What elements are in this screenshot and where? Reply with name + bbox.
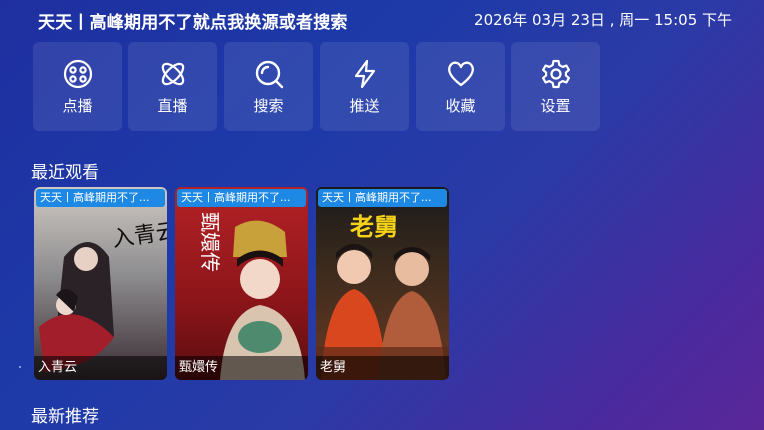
focus-indicator-dot — [19, 366, 21, 368]
menu-item-live[interactable]: 直播 — [128, 42, 217, 131]
header-bar: 天天丨高峰期用不了就点我换源或者搜索 2026年 03月 23日 , 周一 15… — [0, 0, 764, 40]
menu-label-live: 直播 — [157, 97, 188, 115]
source-badge: 天天丨高峰期用不了... — [318, 189, 447, 207]
menu-item-push[interactable]: 推送 — [320, 42, 409, 131]
menu-label-search: 搜索 — [253, 97, 284, 115]
recent-card-1[interactable]: 入青云 天天丨高峰期用不了... 入青云 — [34, 187, 167, 380]
poster-image-2: 甄嬛传 — [175, 187, 308, 380]
menu-item-search[interactable]: 搜索 — [224, 42, 313, 131]
poster-title-3: 老舅 — [350, 213, 398, 241]
menu-label-settings: 设置 — [540, 97, 571, 115]
menu-item-settings[interactable]: 设置 — [511, 42, 600, 131]
app-title[interactable]: 天天丨高峰期用不了就点我换源或者搜索 — [38, 8, 348, 33]
heart-icon — [416, 58, 505, 90]
gear-icon — [511, 58, 600, 90]
menu-label-push: 推送 — [349, 97, 380, 115]
poster-title-2: 甄嬛传 — [198, 212, 222, 272]
section-title-recent: 最近观看 — [31, 163, 99, 183]
card-title: 老舅 — [316, 356, 449, 380]
recent-card-3[interactable]: 老舅 天天丨高峰期用不了... 老舅 — [316, 187, 449, 380]
card-title: 甄嬛传 — [175, 356, 308, 380]
menu-item-vod[interactable]: 点播 — [33, 42, 122, 131]
atom-icon — [128, 58, 217, 90]
film-reel-icon — [33, 58, 122, 90]
lightning-icon — [320, 58, 409, 90]
menu-label-favorites: 收藏 — [445, 97, 476, 115]
menu-item-favorites[interactable]: 收藏 — [416, 42, 505, 131]
poster-image-3: 老舅 — [316, 187, 449, 380]
search-icon — [224, 58, 313, 90]
source-badge: 天天丨高峰期用不了... — [177, 189, 306, 207]
section-title-recommend: 最新推荐 — [31, 407, 99, 427]
menu-label-vod: 点播 — [62, 97, 93, 115]
source-badge: 天天丨高峰期用不了... — [36, 189, 165, 207]
poster-image-1: 入青云 — [34, 187, 167, 380]
datetime-display: 2026年 03月 23日 , 周一 15:05 下午 — [474, 11, 732, 29]
recent-card-2[interactable]: 甄嬛传 天天丨高峰期用不了... 甄嬛传 — [175, 187, 308, 380]
card-title: 入青云 — [34, 356, 167, 380]
